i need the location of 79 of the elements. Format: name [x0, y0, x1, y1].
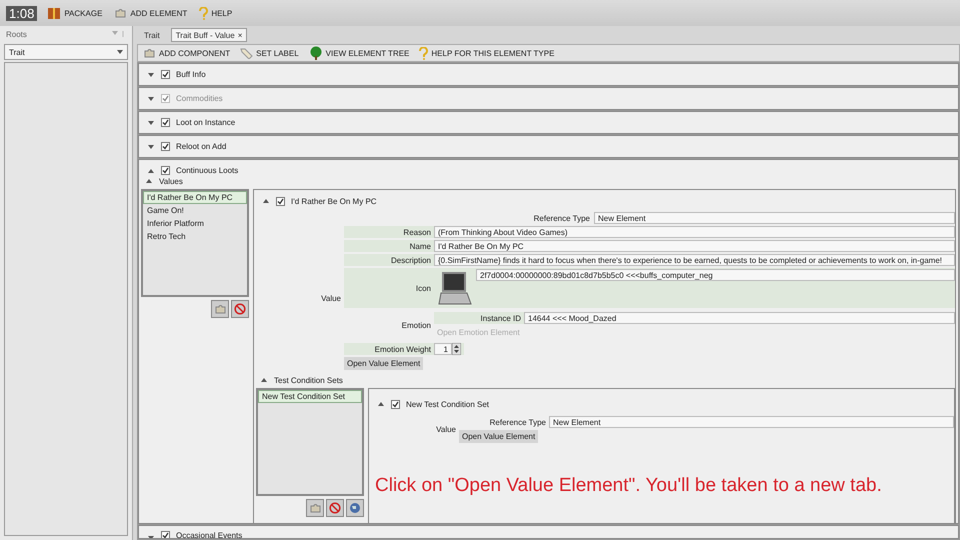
open-value-element-button[interactable]: Open Value Element — [459, 430, 538, 443]
toolbar-button[interactable]: HELP — [197, 4, 234, 22]
toolbar-button[interactable]: ADD COMPONENT — [141, 45, 232, 61]
collapse-arrow-icon[interactable] — [145, 179, 153, 183]
field-label: Value — [321, 294, 341, 302]
globe-icon — [349, 502, 361, 514]
checkbox[interactable] — [276, 196, 285, 206]
label-icon — [240, 47, 254, 59]
prohibited-icon — [329, 502, 341, 514]
text-field[interactable]: I'd Rather Be On My PC — [434, 240, 955, 252]
toolbar-button[interactable]: PACKAGE — [45, 4, 104, 22]
field-label: Value — [436, 425, 456, 434]
collapse-arrow-icon[interactable] — [260, 378, 268, 382]
section-title: Commodities — [176, 94, 223, 103]
help-icon — [199, 6, 208, 20]
section-title: Continuous Loots — [176, 166, 238, 175]
prohibited-icon — [234, 303, 246, 315]
value-title: I'd Rather Be On My PC — [291, 196, 377, 206]
tab[interactable]: Trait Buff - Value × — [170, 28, 248, 42]
remove-button[interactable] — [231, 300, 249, 318]
expand-arrow-icon[interactable] — [147, 120, 155, 124]
spinner-icon[interactable] — [452, 343, 461, 355]
field-label: Reference Type — [532, 212, 591, 224]
list-item[interactable]: Retro Tech — [143, 230, 247, 243]
toolbar-button[interactable]: ADD ELEMENT — [112, 5, 190, 21]
group-label: Values — [159, 176, 183, 186]
field-label: Reference Type — [488, 416, 547, 428]
checkbox[interactable] — [161, 142, 170, 151]
panel-title: Roots — [6, 30, 27, 38]
section-title: Loot on Instance — [176, 118, 236, 127]
field-label: Icon — [414, 282, 432, 294]
expand-arrow-icon[interactable] — [147, 72, 155, 76]
condition-title: New Test Condition Set — [406, 400, 490, 408]
package-icon — [47, 6, 62, 20]
text-field[interactable]: {0.SimFirstName} finds it hard to focus when there's to experience to be earned, quests to be completed or achievements to work on, in-game! — [434, 254, 955, 266]
help-icon — [419, 46, 428, 60]
field-label: Reason — [402, 228, 432, 236]
close-icon[interactable]: × — [238, 30, 242, 40]
collapse-arrow-icon[interactable] — [147, 168, 155, 172]
dropdown-arrow-icon[interactable] — [117, 50, 123, 54]
section-title: Occasional Events — [176, 531, 242, 538]
group-label: Test Condition Sets — [274, 376, 343, 384]
toolbar-button[interactable]: SET LABEL — [238, 45, 301, 61]
section-title: Buff Info — [176, 70, 206, 79]
text-field[interactable]: 2f7d0004:00000000:89bd01c8d7b5b5c0 <<<buffs_computer_neg — [476, 269, 955, 281]
expand-arrow-icon[interactable] — [147, 144, 155, 148]
tab[interactable]: Trait — [139, 28, 165, 42]
field-label: Emotion — [400, 320, 432, 332]
text-field[interactable]: 14644 <<< Mood_Dazed — [524, 312, 955, 324]
collapse-arrow-icon[interactable] — [262, 199, 270, 203]
list-item[interactable]: I'd Rather Be On My PC — [143, 191, 247, 204]
list-item[interactable]: New Test Condition Set — [258, 390, 362, 403]
remove-button[interactable] — [326, 499, 344, 517]
list-item[interactable]: Inferior Platform — [143, 217, 247, 230]
collapse-arrow-icon[interactable] — [377, 402, 385, 406]
globe-button[interactable] — [346, 499, 364, 517]
tree-icon — [308, 46, 323, 60]
reference-type-field[interactable]: New Element — [549, 416, 954, 428]
open-value-element-button[interactable]: Open Value Element — [344, 357, 424, 370]
field-label: Instance ID — [480, 314, 522, 322]
checkbox[interactable] — [161, 531, 170, 538]
number-field[interactable]: 1 — [434, 343, 452, 355]
toolbar-button[interactable]: VIEW ELEMENT TREE — [306, 44, 412, 62]
checkbox[interactable] — [161, 118, 170, 127]
toolbar-button[interactable]: HELP FOR THIS ELEMENT TYPE — [417, 44, 556, 62]
field-label: Description — [390, 256, 432, 264]
list-item[interactable]: Game On! — [143, 204, 247, 217]
roots-dropdown[interactable]: Trait — [4, 44, 128, 60]
checkbox[interactable] — [391, 400, 400, 408]
field-label: Emotion Weight — [374, 344, 432, 354]
field-label: Name — [408, 242, 432, 250]
video-timestamp: 1:08 — [6, 6, 38, 20]
reference-type-field[interactable]: New Element — [594, 212, 955, 224]
section-title: Reloot on Add — [176, 142, 226, 151]
laptop-icon — [438, 270, 472, 306]
instruction-caption: Click on "Open Value Element". You'll be taken to a new tab. — [374, 475, 883, 497]
checkbox[interactable] — [161, 70, 170, 79]
text-field[interactable]: (From Thinking About Video Games) — [434, 226, 955, 238]
checkbox[interactable] — [161, 166, 170, 175]
